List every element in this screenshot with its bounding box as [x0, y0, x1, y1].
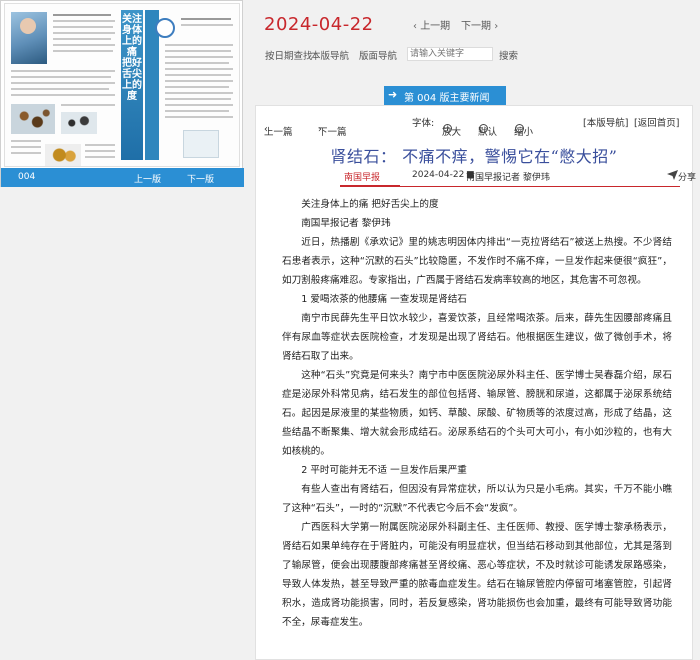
next-issue-link[interactable]: 下一期 › — [461, 17, 498, 32]
thumbnail-text-line — [53, 14, 111, 16]
article-paragraph: 南宁市民薛先生平日饮水较少，喜爱饮茶，且经常喝浓茶。后来，薛先生因腰部疼痛且伴有… — [282, 313, 672, 362]
thumbnail-text-line — [11, 152, 41, 154]
thumbnail-text-line — [53, 50, 113, 52]
article-subhead: 关注身体上的痛 把好舌尖上的度 — [301, 199, 439, 210]
page-thumbnail-frame: 关注身体上的痛 把好舌尖上的度 004 上一版 下一版 — [0, 0, 244, 187]
article-paragraph: 广西医科大学第一附属医院泌尿外科副主任、主任医师、教授、医学博士黎承杨表示，肾结… — [282, 522, 672, 628]
prev-page-button[interactable]: 上一版 — [134, 172, 161, 185]
chevron-right-icon: › — [318, 124, 322, 135]
minus-circle-icon: − — [515, 124, 524, 133]
thumbnail-text-line — [165, 44, 233, 46]
article-toolbar: ‹ 上一篇 下一篇 › 字体: 放大 + 默认 缩小 − [本版导航] [返回首页] — [256, 106, 692, 138]
issue-date: 2024-04-22 — [264, 14, 374, 35]
article-byline: 南国早报记者 黎伊玮 — [301, 218, 391, 229]
section-nav-link[interactable]: 本版导航 — [311, 48, 349, 62]
article-panel: ‹ 上一篇 下一篇 › 字体: 放大 + 默认 缩小 − [本版导航] [返回首页]… — [255, 105, 696, 660]
thumbnail-text-line — [53, 38, 111, 40]
thumbnail-text-line — [165, 56, 233, 58]
thumbnail-text-line — [165, 80, 233, 82]
thumbnail-text-line — [11, 146, 41, 148]
thumbnail-text-line — [165, 104, 233, 106]
thumbnail-headline-band: 关注身体上的痛 把好舌尖上的度 — [121, 10, 143, 160]
section-nav-link-2[interactable]: [本版导航] — [583, 115, 628, 129]
issue-header: 2024-04-22 ‹ 上一期 下一期 › 按日期查找 本版导航 版面导航 搜… — [243, 0, 700, 90]
thumbnail-text-line — [11, 82, 115, 84]
article-date: 2024-04-22 — [412, 170, 465, 180]
article-section-heading: 1 爱喝浓茶的他腰痛 一查发现是肾结石 — [301, 294, 467, 305]
thumbnail-text-line — [181, 24, 233, 26]
thumbnail-text-line — [165, 86, 229, 88]
page-nav-link[interactable]: 版面导航 — [359, 48, 397, 62]
next-article-label: 下一篇 — [318, 127, 347, 138]
chevron-right-icon: › — [494, 21, 499, 32]
section-tag-label: 第 004 版主要新闻 — [404, 93, 490, 104]
font-size-label: 字体: — [412, 118, 435, 129]
thumbnail-photo-doctor — [11, 12, 47, 64]
prev-issue-label: 上一期 — [420, 21, 451, 32]
search-button[interactable]: 搜索 — [499, 48, 518, 62]
thumbnail-photo-stones-2 — [61, 112, 97, 134]
thumbnail-text-line — [165, 74, 231, 76]
article-body: 关注身体上的痛 把好舌尖上的度 南国早报记者 黎伊玮 近日，热播剧《承欢记》里的… — [282, 195, 672, 632]
next-issue-label: 下一期 — [461, 21, 491, 32]
keyword-search-input[interactable] — [407, 47, 493, 61]
thumbnail-photo-stones — [11, 104, 55, 134]
thumbnail-text-line — [53, 32, 115, 34]
thumbnail-text-line — [85, 144, 115, 146]
thumbnail-text-line — [165, 50, 231, 52]
thumbnail-photo-product — [183, 130, 219, 158]
thumbnail-text-line — [11, 76, 111, 78]
thumbnail-text-line — [53, 44, 115, 46]
thumbnail-text-line — [11, 140, 41, 142]
share-label: 分享 — [678, 173, 697, 183]
thumbnail-text-line — [11, 94, 115, 96]
circle-icon — [479, 124, 488, 133]
prev-article-label: 上一篇 — [264, 127, 293, 138]
article-author-label: 南国早报记者 黎伊玮 — [466, 173, 550, 183]
thumbnail-text-line — [85, 156, 115, 158]
thumbnail-text-line — [165, 68, 233, 70]
page-number-label: 004 — [18, 172, 36, 182]
article-paragraph: 这种“石头”究竟是何来头？南宁市中医医院泌尿外科主任、医学博士吴春磊介绍，尿石症… — [282, 370, 672, 457]
thumbnail-text-line — [11, 70, 115, 72]
send-icon — [667, 170, 678, 180]
thumbnail-text-line — [61, 104, 115, 106]
thumbnail-text-line — [165, 116, 233, 118]
date-search-link[interactable]: 按日期查找 — [265, 48, 313, 62]
plus-circle-icon: + — [443, 124, 452, 133]
next-page-button[interactable]: 下一版 — [187, 172, 214, 185]
share-button[interactable]: 分享 — [667, 170, 696, 183]
page-thumbnail-pane: 关注身体上的痛 把好舌尖上的度 004 上一版 下一版 — [0, 0, 244, 660]
thumbnail-text-line — [85, 150, 115, 152]
thumbnail-text-line — [53, 20, 115, 22]
chevron-left-icon: ‹ — [413, 21, 417, 32]
section-tag: ➜ 第 004 版主要新闻 — [384, 86, 506, 105]
thumbnail-nav-bar: 004 上一版 下一版 — [1, 168, 244, 187]
arrow-right-icon: ➜ — [388, 88, 398, 101]
article-paragraph: 近日，热播剧《承欢记》里的姚志明因体内排出“一克拉肾结石”被送上热搜。不少肾结石… — [282, 237, 672, 286]
thumbnail-text-line — [165, 92, 233, 94]
meta-divider-accent — [340, 185, 400, 187]
thumbnail-text-line — [11, 88, 109, 90]
prev-issue-link[interactable]: ‹ 上一期 — [413, 17, 450, 32]
article-source: 南国早报 — [344, 173, 381, 183]
back-home-link[interactable]: [返回首页] — [634, 115, 679, 129]
article-title: 肾结石： 不痛不痒，警惕它在“憋大招” — [330, 147, 618, 166]
thumbnail-text-line — [181, 18, 231, 20]
thumbnail-badge-circle — [155, 18, 175, 38]
thumbnail-photo-pills — [45, 144, 81, 166]
article-section-heading: 2 平时可能并无不适 一旦发作后果严重 — [301, 465, 467, 476]
page-thumbnail-image[interactable]: 关注身体上的痛 把好舌尖上的度 — [4, 3, 240, 167]
thumbnail-text-line — [165, 98, 231, 100]
thumbnail-text-line — [165, 62, 229, 64]
article-paragraph: 有些人查出有肾结石，但因没有异常症状，所以认为只是小毛病。其实，千万不能小瞧了这… — [282, 484, 672, 514]
thumbnail-text-line — [165, 110, 229, 112]
thumbnail-text-line — [53, 26, 113, 28]
